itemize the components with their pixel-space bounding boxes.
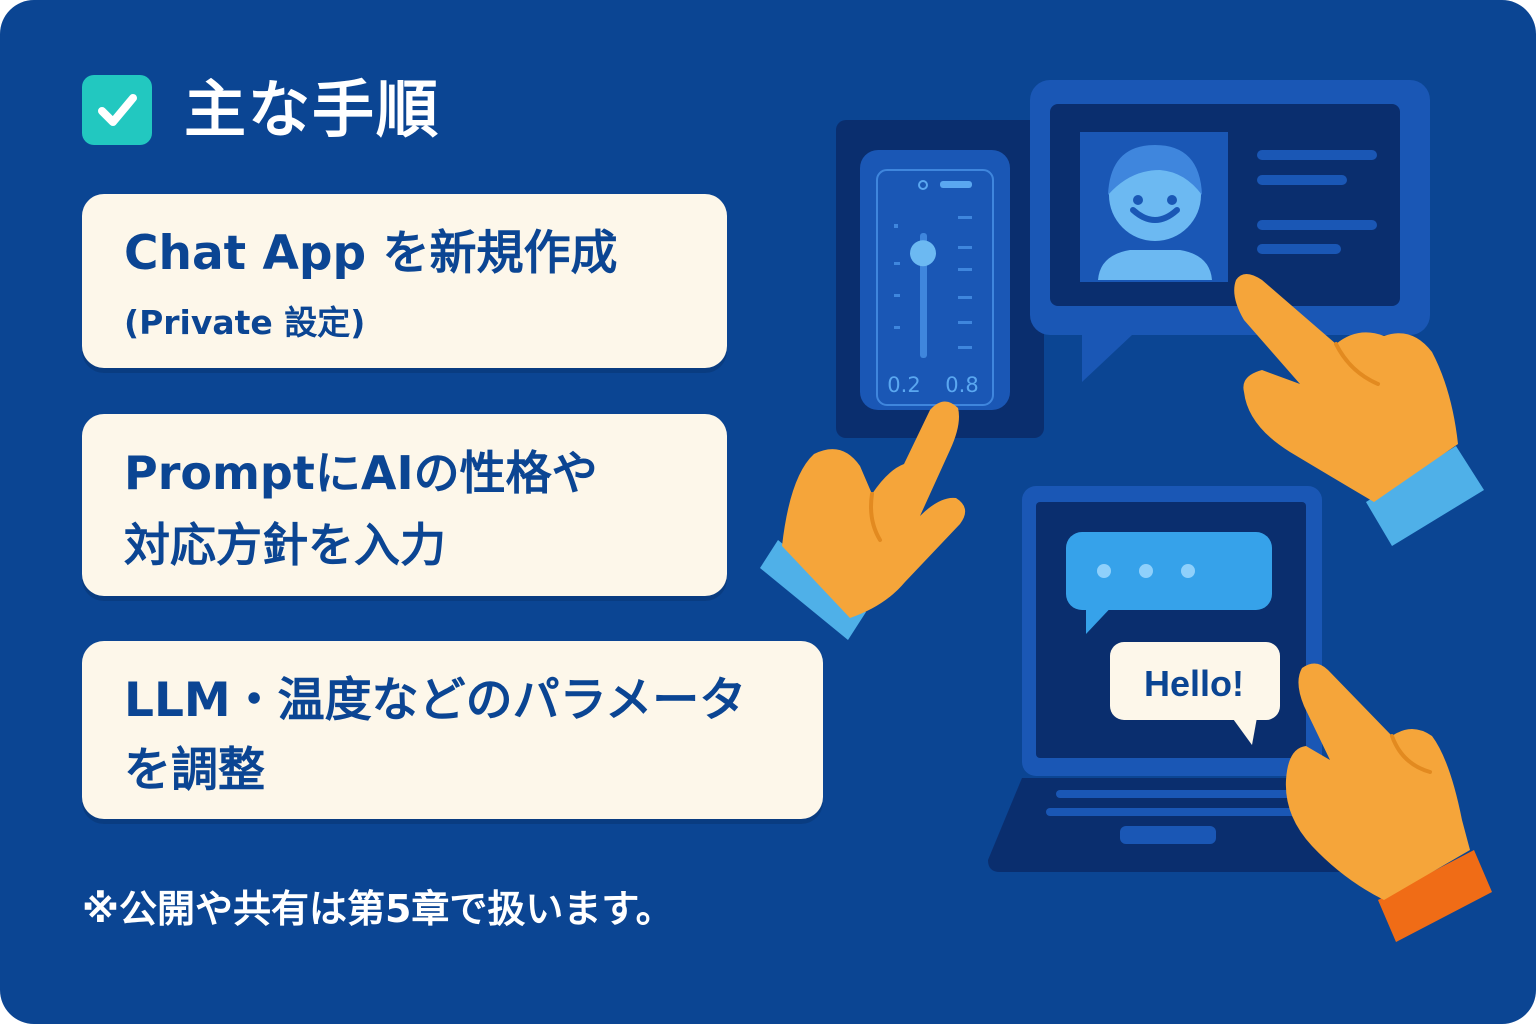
- slide-card: 主な手順 Chat App を新規作成 (Private 設定) Promptに…: [0, 0, 1536, 1024]
- pointing-hand-icon: [1285, 663, 1492, 942]
- slider-label-min: 0.2: [887, 373, 920, 397]
- slider-panel-icon: 0.2 0.8: [836, 120, 1044, 438]
- hello-text: Hello!: [1144, 663, 1244, 704]
- illustration: 0.2 0.8 Hello!: [760, 80, 1492, 942]
- slider-label-max: 0.8: [945, 373, 978, 397]
- slider-knob: [910, 240, 936, 267]
